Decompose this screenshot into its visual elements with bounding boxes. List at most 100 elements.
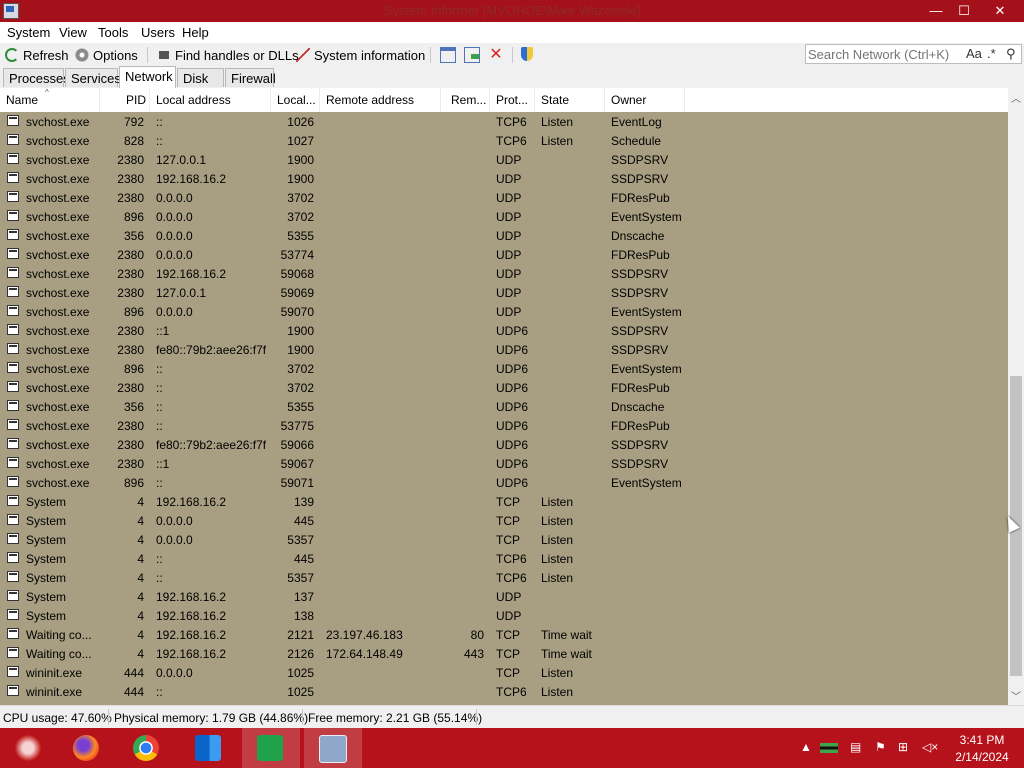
taskbar-outlook[interactable] xyxy=(180,728,238,768)
column-divider[interactable] xyxy=(604,88,605,112)
table-row[interactable]: svchost.exe 2380 fe80::79b2:aee26:f7f... 19… xyxy=(0,340,1008,359)
window-icon[interactable] xyxy=(440,47,456,63)
column-local-address[interactable]: Local address xyxy=(156,93,231,107)
table-row[interactable]: svchost.exe 2380 0.0.0.0 3702 UDP FDResPub xyxy=(0,188,1008,207)
tab-disk[interactable]: Disk xyxy=(177,68,224,87)
column-divider[interactable] xyxy=(489,88,490,112)
maximize-button[interactable]: ☐ xyxy=(948,0,980,22)
terminate-icon[interactable]: ✕ xyxy=(488,47,504,63)
column-remote-port[interactable]: Rem... xyxy=(451,93,486,107)
taskbar-kaspersky[interactable] xyxy=(242,728,300,768)
local-address-cell: 192.168.16.2 xyxy=(156,172,227,186)
column-divider[interactable] xyxy=(534,88,535,112)
table-row[interactable]: svchost.exe 2380::1 59067 UDP6 SSDPSRV xyxy=(0,454,1008,473)
flag-tray-icon[interactable]: ⚑ xyxy=(875,740,886,754)
table-row[interactable]: svchost.exe 2380 192.168.16.2 59068 UDP SSDPS… xyxy=(0,264,1008,283)
start-button[interactable] xyxy=(0,728,58,768)
table-row[interactable]: svchost.exe 2380:: 53775 UDP6 FDResPub xyxy=(0,416,1008,435)
options-button[interactable]: Options xyxy=(75,46,138,64)
kaspersky-tray-icon[interactable] xyxy=(820,743,838,753)
network-table[interactable]: svchost.exe 792:: 1026 TCP6 Listen EventLog sv… xyxy=(0,112,1008,705)
scroll-down-icon[interactable]: ﹀ xyxy=(1008,688,1024,703)
table-row[interactable]: svchost.exe 792:: 1026 TCP6 Listen EventLog xyxy=(0,112,1008,131)
tab-processes[interactable]: Processes xyxy=(3,68,70,87)
regex-toggle[interactable]: .* xyxy=(987,46,996,61)
ethernet-tray-icon[interactable]: ⊞ xyxy=(898,740,908,754)
find-handles-button[interactable]: Find handles or DLLs xyxy=(157,46,299,64)
table-row[interactable]: svchost.exe 2380 fe80::79b2:aee26:f7f... 59… xyxy=(0,435,1008,454)
column-divider[interactable] xyxy=(684,88,685,112)
taskbar-system-informer[interactable] xyxy=(304,728,362,768)
table-row[interactable]: System 4 192.168.16.2 138 UDP xyxy=(0,606,1008,625)
taskbar-chrome[interactable] xyxy=(118,728,176,768)
table-row[interactable]: svchost.exe 2380 127.0.0.1 1900 UDP SSDPSRV xyxy=(0,150,1008,169)
search-box[interactable]: Aa .* ⚲ xyxy=(805,44,1022,64)
tray-overflow-icon[interactable]: ▲ xyxy=(800,740,812,754)
table-row[interactable]: wininit.exe 444 0.0.0.0 1025 TCP Listen xyxy=(0,663,1008,682)
match-case-toggle[interactable]: Aa xyxy=(966,46,982,61)
column-divider[interactable] xyxy=(440,88,441,112)
shield-icon[interactable] xyxy=(521,47,533,61)
search-icon[interactable]: ⚲ xyxy=(1006,46,1016,62)
system-information-button[interactable]: System information xyxy=(296,46,425,64)
table-row[interactable]: System 4 0.0.0.0 5357 TCP Listen xyxy=(0,530,1008,549)
table-row[interactable]: System 4:: 445 TCP6 Listen xyxy=(0,549,1008,568)
column-remote-address[interactable]: Remote address xyxy=(326,93,414,107)
table-row[interactable]: svchost.exe 896 0.0.0.0 3702 UDP EventSystem xyxy=(0,207,1008,226)
column-name[interactable]: Name xyxy=(6,93,38,107)
table-row[interactable]: svchost.exe 896:: 59071 UDP6 EventSystem xyxy=(0,473,1008,492)
menu-help[interactable]: Help xyxy=(182,25,209,40)
table-row[interactable]: System 4:: 5357 TCP6 Listen xyxy=(0,568,1008,587)
menu-users[interactable]: Users xyxy=(141,25,175,40)
vertical-scrollbar[interactable]: ︿ ﹀ xyxy=(1008,88,1024,705)
column-state[interactable]: State xyxy=(541,93,569,107)
table-row[interactable]: svchost.exe 896 0.0.0.0 59070 UDP EventSystem xyxy=(0,302,1008,321)
column-owner[interactable]: Owner xyxy=(611,93,646,107)
table-row[interactable]: svchost.exe 2380 192.168.16.2 1900 UDP SSDPSR… xyxy=(0,169,1008,188)
scroll-up-icon[interactable]: ︿ xyxy=(1008,90,1024,105)
protocol-cell: UDP xyxy=(496,267,522,281)
table-row[interactable]: svchost.exe 828:: 1027 TCP6 Listen Schedule xyxy=(0,131,1008,150)
protocol-cell: TCP xyxy=(496,628,520,642)
table-row[interactable]: Waiting co... 4 192.168.16.2 2126 172.64.148… xyxy=(0,644,1008,663)
table-row[interactable]: svchost.exe 896:: 3702 UDP6 EventSystem xyxy=(0,359,1008,378)
column-pid[interactable]: PID xyxy=(126,93,146,107)
pid-cell: 2380 xyxy=(117,153,144,167)
taskbar-firefox[interactable] xyxy=(58,728,116,768)
column-divider[interactable] xyxy=(149,88,150,112)
network-tray-icon[interactable]: ▤ xyxy=(850,740,861,754)
tab-services[interactable]: Services xyxy=(65,68,121,87)
menu-tools[interactable]: Tools xyxy=(98,25,128,40)
table-row[interactable]: svchost.exe 2380 0.0.0.0 53774 UDP FDResPub xyxy=(0,245,1008,264)
close-button[interactable]: ✕ xyxy=(984,0,1016,22)
column-divider[interactable] xyxy=(319,88,320,112)
table-row[interactable]: svchost.exe 2380::1 1900 UDP6 SSDPSRV xyxy=(0,321,1008,340)
table-row[interactable]: svchost.exe 2380:: 3702 UDP6 FDResPub xyxy=(0,378,1008,397)
pid-cell: 444 xyxy=(123,685,144,699)
search-input[interactable] xyxy=(808,46,958,62)
table-row[interactable]: System 4 192.168.16.2 137 UDP xyxy=(0,587,1008,606)
column-protocol[interactable]: Prot... xyxy=(496,93,528,107)
local-port-cell: 1900 xyxy=(287,343,314,357)
table-row[interactable]: svchost.exe 2380 127.0.0.1 59069 UDP SSDPSRV xyxy=(0,283,1008,302)
clock-time[interactable]: 3:41 PM xyxy=(952,733,1012,747)
tab-firewall[interactable]: Firewall xyxy=(225,68,276,87)
column-local-port[interactable]: Local... xyxy=(277,93,316,107)
menu-system[interactable]: System xyxy=(7,25,50,40)
table-row[interactable]: Waiting co... 4 192.168.16.2 2121 23.197.46.… xyxy=(0,625,1008,644)
window-go-icon[interactable] xyxy=(464,47,480,63)
table-row[interactable]: svchost.exe 356:: 5355 UDP6 Dnscache xyxy=(0,397,1008,416)
refresh-button[interactable]: Refresh xyxy=(5,46,69,64)
tab-network[interactable]: Network xyxy=(119,66,176,88)
table-row[interactable]: System 4 192.168.16.2 139 TCP Listen xyxy=(0,492,1008,511)
table-row[interactable]: System 4 0.0.0.0 445 TCP Listen xyxy=(0,511,1008,530)
outlook-icon xyxy=(195,735,221,761)
clock-date[interactable]: 2/14/2024 xyxy=(952,750,1012,764)
process-icon xyxy=(7,286,19,297)
column-divider[interactable] xyxy=(270,88,271,112)
column-divider[interactable] xyxy=(99,88,100,112)
menu-view[interactable]: View xyxy=(59,25,87,40)
volume-muted-icon[interactable]: ◁× xyxy=(922,740,938,754)
table-row[interactable]: svchost.exe 356 0.0.0.0 5355 UDP Dnscache xyxy=(0,226,1008,245)
table-row[interactable]: wininit.exe 444:: 1025 TCP6 Listen xyxy=(0,682,1008,701)
